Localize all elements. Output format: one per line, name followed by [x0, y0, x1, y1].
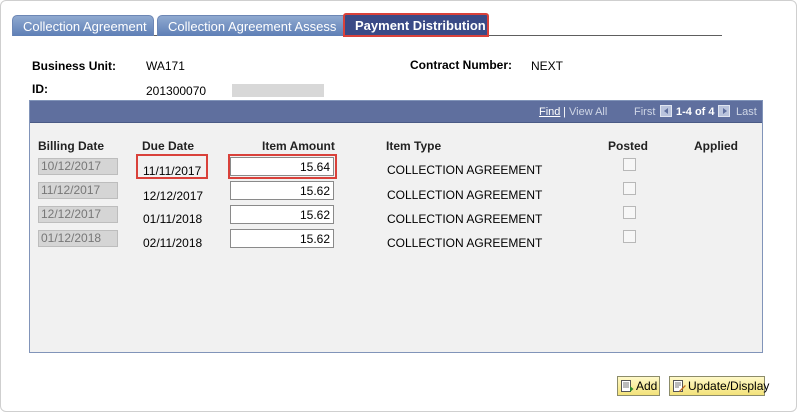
- contract-number-label: Contract Number:: [410, 58, 513, 72]
- item-type-value: COLLECTION AGREEMENT: [387, 212, 543, 226]
- item-type-value: COLLECTION AGREEMENT: [387, 236, 543, 250]
- item-amount-input[interactable]: [230, 229, 334, 248]
- first-link[interactable]: First: [634, 106, 655, 118]
- payment-grid: Find | View All First 1-4 of 4 Last Bill…: [29, 100, 763, 353]
- column-header-applied: Applied: [694, 139, 738, 153]
- billing-date-field: 01/12/2018: [38, 230, 118, 247]
- id-label: ID:: [32, 82, 48, 96]
- tab-collection-agreement-assess[interactable]: Collection Agreement Assess: [157, 15, 348, 36]
- add-button-label: Add: [636, 379, 658, 393]
- add-button[interactable]: Add: [617, 376, 660, 396]
- grid-navigation-bar: Find | View All First 1-4 of 4 Last: [30, 101, 762, 123]
- billing-date-field: 10/12/2017: [38, 158, 118, 175]
- arrow-left-icon[interactable]: [660, 105, 672, 117]
- view-all-link[interactable]: View All: [569, 106, 607, 118]
- posted-checkbox[interactable]: [623, 158, 636, 171]
- id-value: 201300070: [146, 84, 207, 98]
- column-header-billing-date: Billing Date: [38, 139, 105, 153]
- billing-date-field: 11/12/2017: [38, 182, 118, 199]
- posted-checkbox[interactable]: [623, 206, 636, 219]
- column-header-item-type: Item Type: [386, 139, 442, 153]
- last-link[interactable]: Last: [736, 106, 757, 118]
- business-unit-label: Business Unit:: [32, 59, 117, 73]
- item-type-value: COLLECTION AGREEMENT: [387, 188, 543, 202]
- item-amount-highlight: [228, 154, 337, 179]
- find-link[interactable]: Find: [539, 106, 560, 118]
- business-unit-value: WA171: [146, 59, 185, 73]
- nav-separator: |: [563, 106, 566, 118]
- tab-collection-agreement[interactable]: Collection Agreement: [12, 15, 154, 36]
- update-display-button[interactable]: Update/Display: [669, 376, 769, 396]
- item-amount-input[interactable]: [230, 181, 334, 200]
- item-amount-input[interactable]: [230, 205, 334, 224]
- item-type-value: COLLECTION AGREEMENT: [387, 163, 543, 177]
- column-header-item-amount: Item Amount: [262, 139, 335, 153]
- posted-checkbox[interactable]: [623, 182, 636, 195]
- billing-date-field: 12/12/2017: [38, 206, 118, 223]
- redacted-name: [232, 84, 324, 97]
- column-header-posted: Posted: [608, 139, 649, 153]
- due-date-value: 01/11/2018: [143, 212, 203, 226]
- column-header-due-date: Due Date: [142, 139, 195, 153]
- tab-payment-distribution[interactable]: Payment Distribution: [343, 13, 489, 37]
- posted-checkbox[interactable]: [623, 230, 636, 243]
- arrow-right-icon[interactable]: [718, 105, 730, 117]
- due-date-value: 02/11/2018: [143, 236, 203, 250]
- add-icon: [621, 380, 634, 392]
- tab-strip: Collection Agreement Collection Agreemen…: [12, 13, 722, 37]
- row-range: 1-4 of 4: [676, 106, 715, 118]
- update-display-button-label: Update/Display: [688, 379, 770, 393]
- due-date-highlight: [136, 154, 208, 179]
- update-display-icon: [673, 380, 686, 392]
- due-date-value: 12/12/2017: [143, 189, 204, 203]
- contract-number-value: NEXT: [531, 59, 564, 73]
